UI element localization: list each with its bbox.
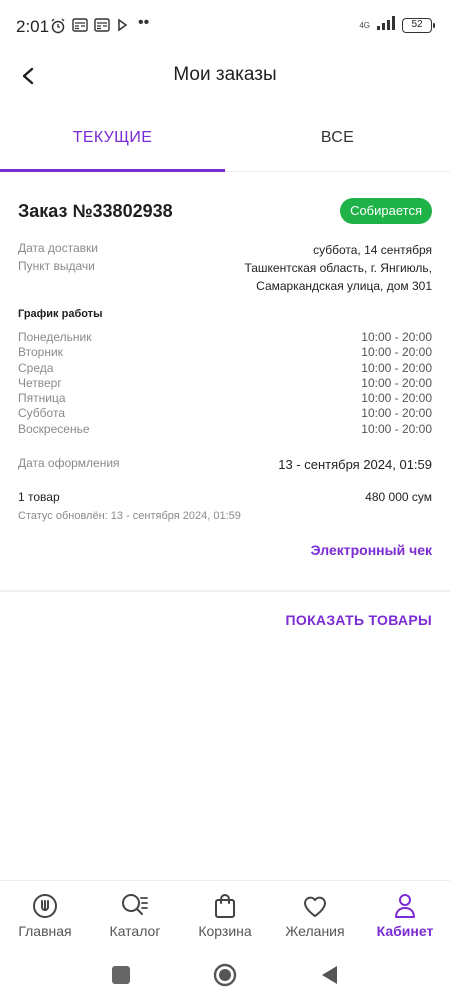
delivery-date-row: Дата доставки суббота, 14 сентября <box>18 241 432 259</box>
home-icon <box>30 891 60 921</box>
home-system-button[interactable] <box>212 962 238 988</box>
tab-all[interactable]: ВСЕ <box>225 118 450 172</box>
signal-icon <box>376 16 396 35</box>
schedule-row: Суббота 10:00 - 20:00 <box>18 406 432 421</box>
system-navigation-bar <box>0 950 450 1000</box>
divider <box>0 590 450 592</box>
nav-home[interactable]: Главная <box>0 881 90 947</box>
battery-icon: 52 <box>402 18 435 33</box>
pickup-address-line1: Ташкентская область, г. Янгиюль, <box>244 261 432 275</box>
schedule-hours: 10:00 - 20:00 <box>361 391 432 406</box>
nav-catalog[interactable]: Каталог <box>90 881 180 947</box>
schedule-hours: 10:00 - 20:00 <box>361 375 432 390</box>
created-date-row: Дата оформления 13 - сентября 2024, 01:5… <box>18 456 432 474</box>
nav-home-label: Главная <box>18 923 72 939</box>
bag-icon <box>210 891 240 921</box>
electronic-receipt-link[interactable]: Электронный чек <box>311 542 432 558</box>
schedule-hours: 10:00 - 20:00 <box>361 360 432 375</box>
created-date-label: Дата оформления <box>18 456 120 470</box>
tab-active-indicator <box>0 169 225 172</box>
items-count: 1 товар <box>18 490 60 504</box>
square-icon <box>112 966 130 984</box>
tab-current[interactable]: ТЕКУЩИЕ <box>0 118 225 172</box>
circle-home-icon <box>213 963 237 987</box>
delivery-date-label: Дата доставки <box>18 241 98 255</box>
show-goods-button[interactable]: ПОКАЗАТЬ ТОВАРЫ <box>286 612 432 628</box>
status-bar: 2:01 •• 4G 52 <box>0 0 450 52</box>
schedule-title: График работы <box>18 308 103 320</box>
schedule-day: Суббота <box>18 406 65 421</box>
back-system-button[interactable] <box>316 962 342 988</box>
schedule-hours: 10:00 - 20:00 <box>361 345 432 360</box>
work-schedule: Понедельник 10:00 - 20:00 Вторник 10:00 - … <box>18 330 432 437</box>
alarm-icon <box>50 18 66 39</box>
nav-catalog-label: Каталог <box>109 923 161 939</box>
schedule-day: Пятница <box>18 391 66 406</box>
schedule-row: Воскресенье 10:00 - 20:00 <box>18 422 432 437</box>
heart-icon <box>300 891 330 921</box>
news-icon <box>72 18 88 37</box>
pickup-point-address: Ташкентская область, г. Янгиюль, Самарка… <box>244 259 432 295</box>
play-icon <box>116 18 128 37</box>
order-tabs: ТЕКУЩИЕ ВСЕ <box>0 118 450 172</box>
schedule-row: Пятница 10:00 - 20:00 <box>18 391 432 406</box>
triangle-back-icon <box>322 966 337 984</box>
nav-wishlist[interactable]: Желания <box>270 881 360 947</box>
schedule-hours: 10:00 - 20:00 <box>361 406 432 421</box>
nav-account[interactable]: Кабинет <box>360 881 450 947</box>
recents-button[interactable] <box>108 962 134 988</box>
nav-account-label: Кабинет <box>376 923 434 939</box>
created-date-value: 13 - сентября 2024, 01:59 <box>278 457 432 472</box>
user-icon <box>390 891 420 921</box>
page-title: Мои заказы <box>173 64 277 85</box>
schedule-row: Среда 10:00 - 20:00 <box>18 361 432 376</box>
news2-icon <box>94 18 110 37</box>
schedule-row: Четверг 10:00 - 20:00 <box>18 376 432 391</box>
schedule-day: Четверг <box>18 375 62 390</box>
nav-cart-label: Корзина <box>198 923 252 939</box>
status-indicators: 4G 52 <box>359 16 435 35</box>
schedule-day: Вторник <box>18 345 63 360</box>
schedule-day: Среда <box>18 360 54 375</box>
nav-wishlist-label: Желания <box>285 923 345 939</box>
schedule-row: Вторник 10:00 - 20:00 <box>18 345 432 360</box>
delivery-date-value: суббота, 14 сентября <box>313 243 432 257</box>
items-price: 480 000 сум <box>365 490 432 504</box>
schedule-row: Понедельник 10:00 - 20:00 <box>18 330 432 345</box>
pickup-point-row: Пункт выдачи Ташкентская область, г. Янг… <box>18 259 432 295</box>
status-time: 2:01 <box>16 17 50 36</box>
pickup-point-label: Пункт выдачи <box>18 259 95 273</box>
pickup-address-line2: Самаркандская улица, дом 301 <box>256 279 432 293</box>
more-notifications-icon: •• <box>138 14 150 31</box>
schedule-hours: 10:00 - 20:00 <box>361 330 432 344</box>
schedule-day: Воскресенье <box>18 421 90 436</box>
network-label: 4G <box>359 20 370 30</box>
app-header: Мои заказы <box>0 52 450 100</box>
nav-cart[interactable]: Корзина <box>180 881 270 947</box>
catalog-search-icon <box>120 891 150 921</box>
schedule-hours: 10:00 - 20:00 <box>361 421 432 436</box>
schedule-day: Понедельник <box>18 330 92 344</box>
status-updated: Статус обновлён: 13 - сентября 2024, 01:… <box>18 510 241 522</box>
status-badge: Собирается <box>340 198 432 224</box>
bottom-navigation: Главная Каталог Корзина Желания Кабинет <box>0 880 450 946</box>
order-title: Заказ №33802938 <box>18 201 173 221</box>
